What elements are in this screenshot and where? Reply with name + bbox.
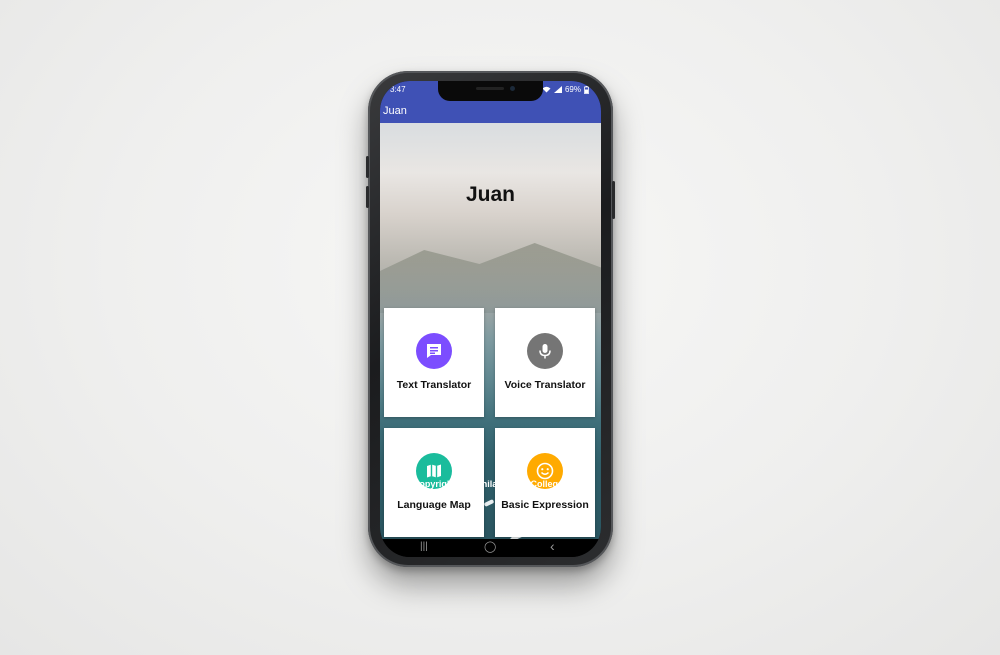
status-time: 3:47	[390, 85, 406, 94]
voice-translator-card[interactable]: Voice Translator	[495, 308, 595, 417]
boat-graphic	[483, 499, 495, 507]
language-map-label: Language Map	[397, 499, 471, 511]
main-content: Juan Text Translator Voice Translator La…	[380, 123, 601, 542]
chat-message-icon	[416, 333, 452, 369]
battery-percent: 69%	[564, 85, 581, 94]
app-bar-title: Juan	[383, 105, 407, 117]
signal-icon	[553, 86, 562, 93]
volume-down-button	[366, 186, 369, 208]
voice-translator-label: Voice Translator	[504, 379, 586, 391]
page-title: Juan	[465, 183, 515, 206]
status-icons: 69%	[542, 85, 589, 94]
microphone-icon	[527, 333, 563, 369]
system-nav-bar: ||| ◯ ‹	[380, 538, 601, 557]
app-bar: Juan	[380, 101, 601, 123]
phone-screen: 3:47 69% Juan Juan Text Translator Voice…	[380, 81, 601, 557]
phone-device: 3:47 69% Juan Juan Text Translator Voice…	[366, 71, 615, 567]
text-translator-label: Text Translator	[396, 379, 472, 391]
power-button	[612, 181, 615, 219]
background-scenery	[380, 243, 601, 313]
home-nav-icon[interactable]: ◯	[484, 540, 496, 553]
battery-icon	[584, 85, 589, 94]
copyright-text: Copyright @ Manila Tytana Colleges	[412, 479, 569, 489]
basic-expression-label: Basic Expression	[501, 499, 589, 511]
recents-nav-icon[interactable]: |||	[420, 541, 428, 552]
camera-notch	[438, 81, 543, 101]
volume-up-button	[366, 156, 369, 178]
back-nav-icon[interactable]: ‹	[550, 538, 555, 554]
text-translator-card[interactable]: Text Translator	[384, 308, 484, 417]
front-camera	[510, 86, 515, 91]
speaker-grille	[476, 87, 504, 90]
wifi-icon	[542, 86, 551, 93]
